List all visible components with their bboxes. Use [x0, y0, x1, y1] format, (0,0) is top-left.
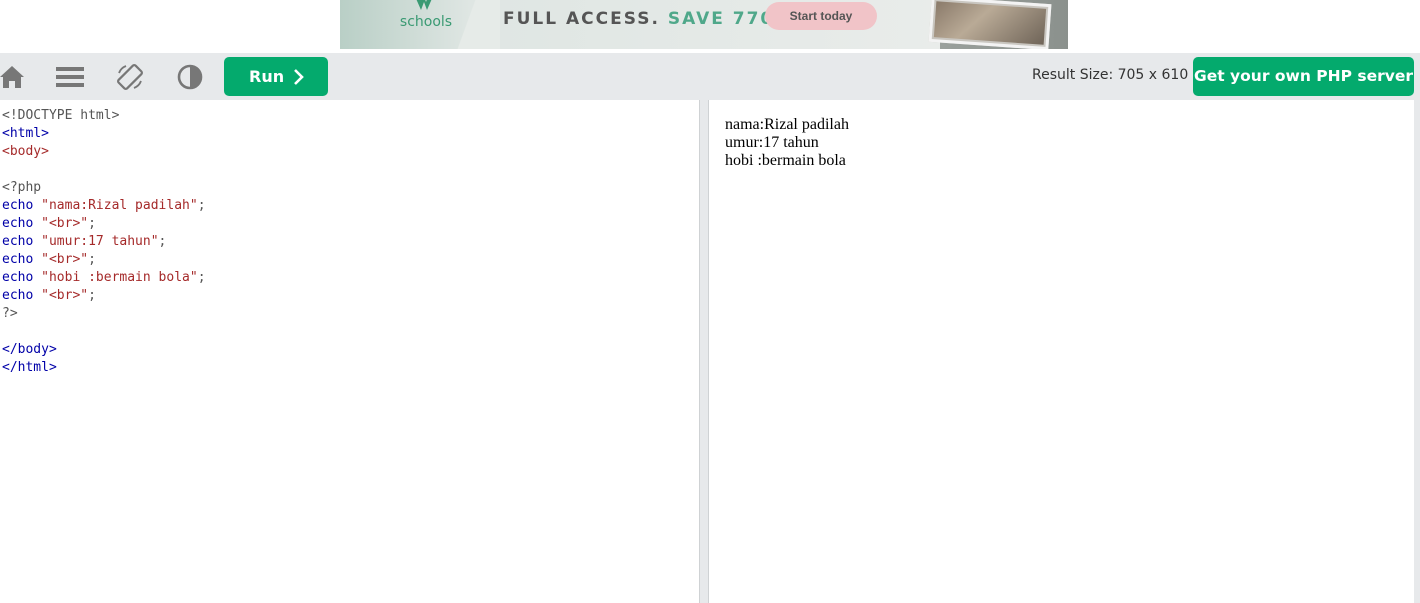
code-token: <html> [2, 126, 49, 141]
code-content[interactable]: <!DOCTYPE html> <html> <body> <?php echo "na… [2, 107, 206, 377]
code-token: "<br>" [41, 288, 89, 303]
code-line: echo "nama:Rizal padilah"; [2, 197, 206, 215]
code-token: "nama:Rizal padilah" [41, 198, 198, 213]
code-token: ; [88, 288, 96, 303]
code-token: </html> [2, 360, 57, 375]
ad-headline-lead: FULL ACCESS. [503, 9, 660, 29]
code-line: </html> [2, 359, 206, 377]
code-line: echo "<br>"; [2, 287, 206, 305]
code-token: echo [2, 252, 34, 267]
code-line: <html> [2, 125, 206, 143]
code-token: ; [88, 252, 96, 267]
ad-decoration [440, 0, 500, 49]
code-token: ; [197, 198, 206, 213]
code-token: <body> [2, 144, 49, 159]
result-line: nama:Rizal padilah [725, 116, 849, 133]
code-token: "<br>" [41, 216, 89, 231]
contrast-icon[interactable] [176, 63, 204, 91]
code-token: echo [2, 270, 34, 285]
code-token: ; [158, 234, 167, 249]
code-line: ?> [2, 305, 206, 323]
run-button-label: Run [249, 67, 285, 86]
chevron-right-icon [294, 69, 304, 85]
code-line: echo "<br>"; [2, 215, 206, 233]
code-line: </body> [2, 341, 206, 359]
code-line: <body> [2, 143, 206, 161]
code-token: "<br>" [41, 252, 89, 267]
ad-headline: FULL ACCESS. SAVE 770$ [503, 9, 788, 29]
run-button[interactable]: Run [224, 57, 328, 96]
code-token: "umur:17 tahun" [41, 234, 159, 249]
get-php-server-button[interactable]: Get your own PHP server [1193, 57, 1414, 96]
code-token: echo [2, 234, 34, 249]
result-output: nama:Rizal padilah umur:17 tahun hobi :ber… [725, 116, 849, 170]
code-token: "hobi :bermain bola" [41, 270, 198, 285]
code-line: echo "hobi :bermain bola"; [2, 269, 206, 287]
rotate-icon[interactable] [116, 63, 144, 91]
code-token: echo [2, 216, 34, 231]
result-pane: nama:Rizal padilah umur:17 tahun hobi :ber… [709, 100, 1420, 603]
home-icon[interactable] [0, 63, 26, 91]
code-token: echo [2, 288, 34, 303]
result-line: hobi :bermain bola [725, 152, 846, 169]
menu-icon[interactable] [56, 63, 84, 91]
code-token: ; [197, 270, 206, 285]
code-line: <?php [2, 179, 206, 197]
ad-photo [928, 0, 1052, 49]
code-token: </body> [2, 342, 57, 357]
code-line: <!DOCTYPE html> [2, 107, 206, 125]
code-token: <!DOCTYPE html> [2, 108, 120, 123]
code-token: <?php [2, 180, 42, 195]
result-line: umur:17 tahun [725, 134, 819, 151]
ad-banner[interactable]: schools FULL ACCESS. SAVE 770$ Start tod… [340, 0, 1068, 49]
result-size-label: Result Size: 705 x 610 [1032, 67, 1189, 83]
code-line: echo "<br>"; [2, 251, 206, 269]
ad-start-today-button[interactable]: Start today [765, 2, 877, 30]
w3-mark-icon [416, 0, 432, 10]
code-token: echo [2, 198, 34, 213]
code-line: echo "umur:17 tahun"; [2, 233, 206, 251]
code-token: ?> [2, 306, 18, 321]
toolbar: Run Result Size: 705 x 610 Get your own … [0, 53, 1420, 100]
pane-resize-handle[interactable] [699, 100, 709, 603]
code-editor[interactable]: <!DOCTYPE html> <html> <body> <?php echo "na… [0, 100, 699, 603]
code-token: ; [88, 216, 96, 231]
